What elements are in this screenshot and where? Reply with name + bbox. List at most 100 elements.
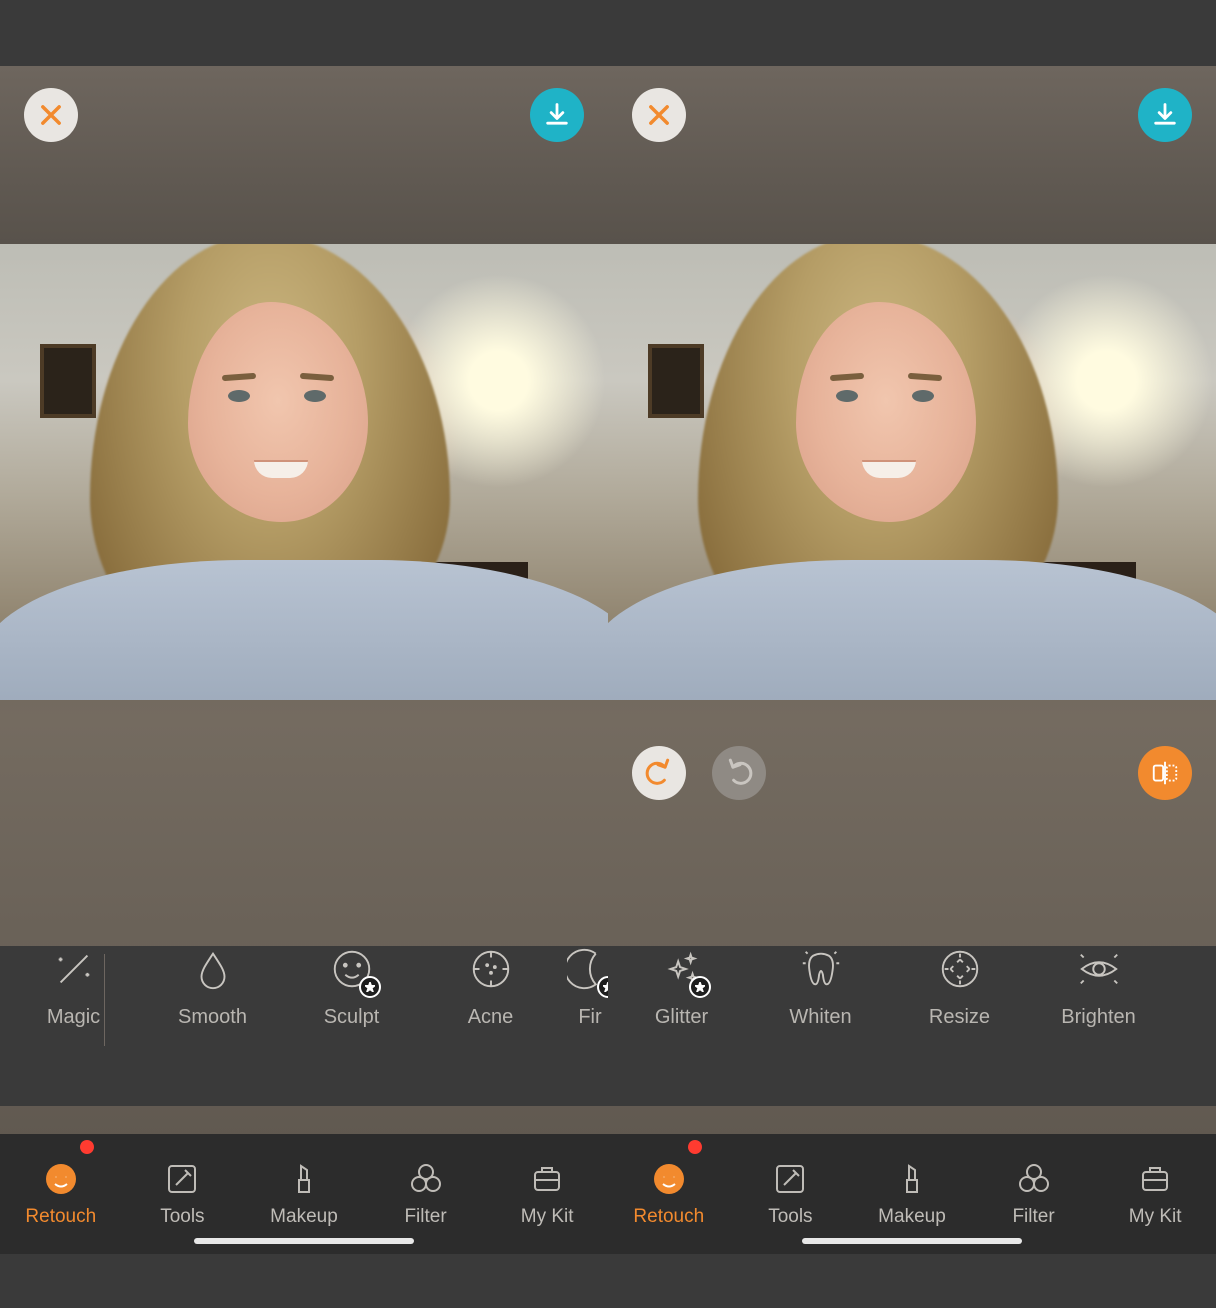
tool-label: Sculpt bbox=[324, 1006, 380, 1029]
brow bbox=[300, 373, 334, 381]
retouch-tool-strip: Magic Smooth Sculpt Acne bbox=[0, 946, 608, 1106]
comparison-stage: Magic Smooth Sculpt Acne bbox=[0, 0, 1216, 1308]
tool-divider bbox=[104, 954, 105, 1046]
redo-button[interactable] bbox=[712, 746, 766, 800]
tool-acne[interactable]: Acne bbox=[421, 946, 560, 1029]
shirt-shape bbox=[608, 560, 1216, 700]
tool-label: Brighten bbox=[1061, 1006, 1136, 1029]
lipstick-icon bbox=[285, 1160, 323, 1198]
tool-resize[interactable]: Resize bbox=[890, 946, 1029, 1029]
history-row bbox=[608, 746, 1216, 816]
download-button[interactable] bbox=[1138, 88, 1192, 142]
tab-label: My Kit bbox=[521, 1206, 574, 1228]
left-screenshot: Magic Smooth Sculpt Acne bbox=[0, 66, 608, 1254]
face-tab-icon bbox=[650, 1160, 688, 1198]
tab-label: Retouch bbox=[25, 1206, 96, 1228]
tab-retouch[interactable]: Retouch bbox=[0, 1134, 122, 1254]
tab-tools[interactable]: Tools bbox=[730, 1134, 852, 1254]
tab-mykit[interactable]: My Kit bbox=[486, 1134, 608, 1254]
premium-badge bbox=[359, 976, 381, 998]
tab-filter[interactable]: Filter bbox=[365, 1134, 487, 1254]
tool-label: Magic bbox=[47, 1006, 100, 1029]
tab-tools[interactable]: Tools bbox=[122, 1134, 244, 1254]
tab-retouch[interactable]: Retouch bbox=[608, 1134, 730, 1254]
tab-label: Filter bbox=[404, 1206, 446, 1228]
top-bar bbox=[0, 66, 608, 176]
undo-icon bbox=[644, 758, 674, 788]
face-tab-icon bbox=[42, 1160, 80, 1198]
download-button[interactable] bbox=[530, 88, 584, 142]
eye bbox=[836, 390, 858, 402]
retouch-tool-strip: Glitter Whiten Resize Brighten bbox=[608, 946, 1216, 1106]
circles-icon bbox=[407, 1160, 445, 1198]
tooth-icon bbox=[798, 946, 844, 992]
close-button[interactable] bbox=[24, 88, 78, 142]
photo-after bbox=[608, 244, 1216, 700]
top-bar bbox=[608, 66, 1216, 176]
wall-frame bbox=[40, 344, 96, 418]
kit-icon bbox=[528, 1160, 566, 1198]
tool-magic[interactable]: Magic bbox=[4, 946, 143, 1029]
shirt-shape bbox=[0, 560, 608, 700]
tool-label: Fir bbox=[578, 1006, 601, 1029]
pencil-tab-icon bbox=[163, 1160, 201, 1198]
close-button[interactable] bbox=[632, 88, 686, 142]
tool-label: Whiten bbox=[789, 1006, 851, 1029]
lipstick-icon bbox=[893, 1160, 931, 1198]
brow bbox=[830, 373, 864, 381]
tool-whiten[interactable]: Whiten bbox=[751, 946, 890, 1029]
premium-badge bbox=[689, 976, 711, 998]
wand-icon bbox=[51, 946, 97, 992]
download-icon bbox=[543, 101, 571, 129]
eye bbox=[912, 390, 934, 402]
eye bbox=[304, 390, 326, 402]
compare-icon bbox=[1150, 758, 1180, 788]
brow bbox=[908, 373, 942, 381]
home-indicator bbox=[802, 1238, 1022, 1244]
undo-button[interactable] bbox=[632, 746, 686, 800]
right-screenshot: Glitter Whiten Resize Brighten Retouch bbox=[608, 66, 1216, 1254]
tab-label: Tools bbox=[768, 1206, 812, 1228]
close-icon bbox=[645, 101, 673, 129]
notification-dot bbox=[80, 1140, 94, 1154]
tool-smooth[interactable]: Smooth bbox=[143, 946, 282, 1029]
kit-icon bbox=[1136, 1160, 1174, 1198]
tool-label: Acne bbox=[468, 1006, 514, 1029]
resize-icon bbox=[937, 946, 983, 992]
tab-mykit[interactable]: My Kit bbox=[1094, 1134, 1216, 1254]
tab-label: My Kit bbox=[1129, 1206, 1182, 1228]
brow bbox=[222, 373, 256, 381]
tool-label: Glitter bbox=[655, 1006, 708, 1029]
download-icon bbox=[1151, 101, 1179, 129]
bottom-tab-bar: Retouch Tools Makeup Filter My Kit bbox=[0, 1134, 608, 1254]
tab-filter[interactable]: Filter bbox=[973, 1134, 1095, 1254]
wall-frame bbox=[648, 344, 704, 418]
bottom-tab-bar: Retouch Tools Makeup Filter My Kit bbox=[608, 1134, 1216, 1254]
tab-label: Makeup bbox=[878, 1206, 946, 1228]
mouth bbox=[254, 460, 308, 478]
tab-label: Retouch bbox=[633, 1206, 704, 1228]
mouth bbox=[862, 460, 916, 478]
pencil-tab-icon bbox=[771, 1160, 809, 1198]
circles-icon bbox=[1015, 1160, 1053, 1198]
eye bbox=[228, 390, 250, 402]
tab-label: Filter bbox=[1012, 1206, 1054, 1228]
target-icon bbox=[468, 946, 514, 992]
tool-sculpt[interactable]: Sculpt bbox=[282, 946, 421, 1029]
photo-before bbox=[0, 244, 608, 700]
notification-dot bbox=[688, 1140, 702, 1154]
tool-label: Resize bbox=[929, 1006, 990, 1029]
redo-icon bbox=[724, 758, 754, 788]
tool-brighten[interactable]: Brighten bbox=[1029, 946, 1168, 1029]
tab-makeup[interactable]: Makeup bbox=[243, 1134, 365, 1254]
tab-label: Tools bbox=[160, 1206, 204, 1228]
tool-label: Smooth bbox=[178, 1006, 247, 1029]
tool-glitter[interactable]: Glitter bbox=[612, 946, 751, 1029]
close-icon bbox=[37, 101, 65, 129]
tab-label: Makeup bbox=[270, 1206, 338, 1228]
eye-icon bbox=[1076, 946, 1122, 992]
compare-button[interactable] bbox=[1138, 746, 1192, 800]
home-indicator bbox=[194, 1238, 414, 1244]
tab-makeup[interactable]: Makeup bbox=[851, 1134, 973, 1254]
drop-icon bbox=[190, 946, 236, 992]
